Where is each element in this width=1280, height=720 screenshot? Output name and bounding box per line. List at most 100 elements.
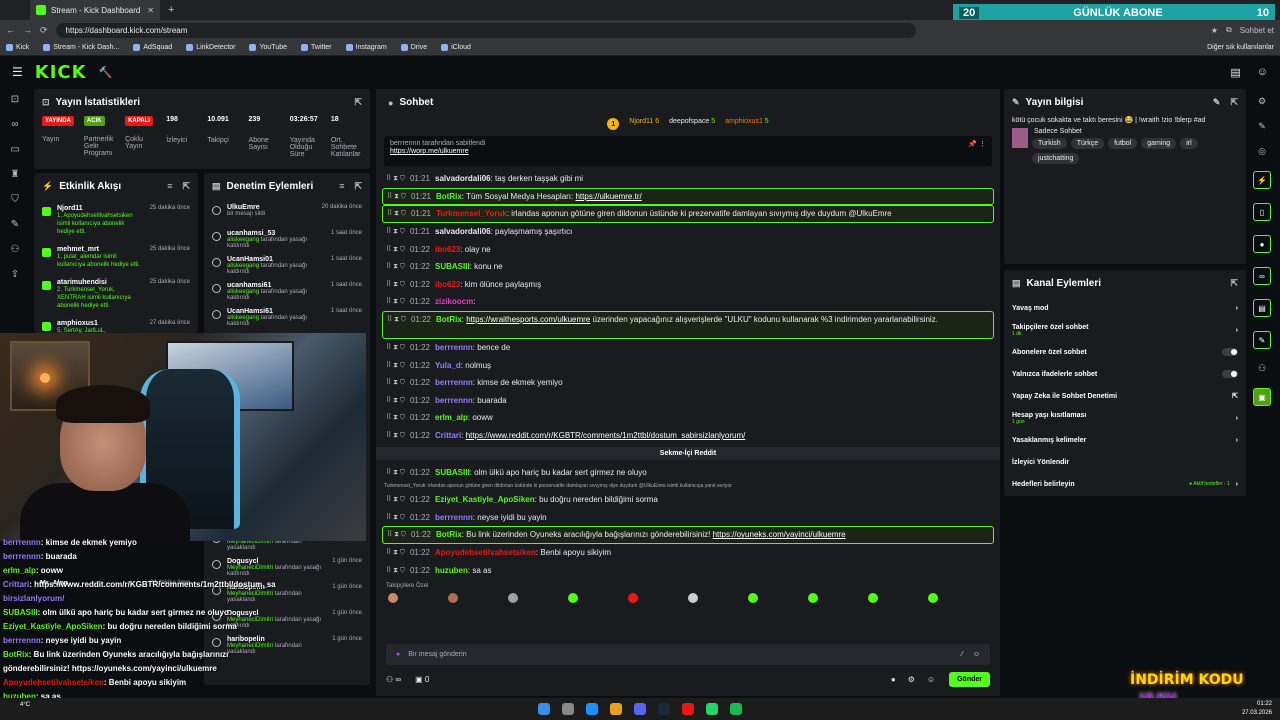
users-icon[interactable]: ⚇ (1258, 363, 1266, 374)
channel-action-control[interactable]: ⇱ (1232, 392, 1238, 400)
activity-user[interactable]: Njord11 (57, 205, 144, 212)
drag-icon[interactable]: ⠿ ⧗ ⛉ (386, 227, 405, 236)
chat-message[interactable]: ⠿ ⧗ ⛉ 01:22 Crittari: https://www.reddit.c… (382, 427, 994, 445)
bookmark-item[interactable]: LinkDetector (186, 44, 235, 51)
chat-user[interactable]: erlm_alp (435, 413, 468, 422)
back-icon[interactable]: ← (6, 25, 15, 35)
link-icon[interactable]: ∞ (11, 119, 18, 130)
channel-action[interactable]: İzleyici Yönlendir (1004, 451, 1246, 473)
chat-user[interactable]: berrrennn (435, 378, 473, 387)
chat-user[interactable]: ibo623 (435, 245, 460, 254)
popout-icon[interactable]: ⇱ (354, 97, 362, 108)
chat-message[interactable]: ⠿ ⧗ ⛉ 01:22 berrrennn: buarada (382, 392, 994, 410)
chat-input[interactable]: ● Bir mesaj gönderin ⁄ ☺ (386, 644, 990, 665)
channel-action[interactable]: Hesap yaşı kısıtlaması 1 gün › (1004, 407, 1246, 429)
emoji-icon[interactable]: ☺ (973, 651, 980, 658)
search-icon[interactable] (562, 703, 574, 715)
chat-user[interactable]: BotRix (436, 530, 462, 539)
drag-icon[interactable]: ⠿ ⧗ ⛉ (386, 361, 405, 370)
pinned-message[interactable]: berrrennn tarafından sabitlendi 📌 ⋮ https… (384, 136, 992, 166)
drag-icon[interactable]: ⠿ ⧗ ⛉ (386, 262, 405, 271)
channel-action-control[interactable] (1222, 348, 1238, 356)
channel-action-control[interactable] (1222, 370, 1238, 378)
chat-message[interactable]: ⠿ ⧗ ⛉ 01:21 salvadordali06: taş derken taş… (382, 170, 994, 188)
quick-action-button[interactable]: ▯ (1253, 203, 1271, 221)
chat-message[interactable]: ⠿ ⧗ ⛉ 01:22 erlm_alp: ooww (382, 409, 994, 427)
mic-icon[interactable]: ● (396, 651, 400, 658)
chat-link[interactable]: https://www.reddit.com/r/KGBTR/comments/… (466, 431, 746, 440)
bookmark-item[interactable]: AdSquad (133, 44, 172, 51)
channel-action[interactable]: Yalnızca ifadelerle sohbet (1004, 363, 1246, 385)
stream-tag[interactable]: Türkçe (1070, 138, 1105, 149)
popout-icon[interactable]: ⇱ (1230, 97, 1238, 108)
emote-picker-icon[interactable]: ☺ (927, 675, 935, 684)
chat-user[interactable]: berrrennn (435, 343, 473, 352)
chat-message[interactable]: ⠿ ⧗ ⛉ 01:22 BotRix: https://wraithesports.… (382, 310, 994, 339)
forward-icon[interactable]: → (23, 25, 32, 35)
emote-icon[interactable] (628, 592, 638, 603)
emote-icon[interactable] (688, 592, 698, 603)
chat-user[interactable]: berrrennn (435, 513, 473, 522)
menu-icon[interactable]: ☰ (12, 65, 23, 79)
drag-icon[interactable]: ⠿ ⧗ ⛉ (386, 513, 405, 522)
filter-icon[interactable]: ≡ (339, 181, 344, 192)
other-bookmarks[interactable]: Diğer sık kullanılanlar (1207, 44, 1274, 51)
settings-icon[interactable]: ⚙ (1258, 96, 1266, 107)
mod-user[interactable]: ucanhamsi61 (227, 282, 325, 289)
chat-user[interactable]: huzuben (435, 566, 468, 575)
drag-icon[interactable]: ⠿ ⧗ ⛉ (386, 396, 405, 405)
chat-message[interactable]: ⠿ ⧗ ⛉ 01:22 BotRix: Bu link üzerinden Oyun… (382, 526, 994, 544)
chat-user[interactable]: SUBASIII (435, 468, 470, 477)
channel-action[interactable]: Yapay Zeka ile Sohbet Denetimi ⇱ (1004, 385, 1246, 407)
bookmark-item[interactable]: YouTube (249, 44, 287, 51)
bookmark-item[interactable]: Instagram (345, 44, 387, 51)
emote-icon[interactable] (748, 592, 758, 603)
chat-message[interactable]: ⠿ ⧗ ⛉ 01:22 SUBASIII: konu ne (382, 258, 994, 276)
whatsapp-icon[interactable] (706, 703, 718, 715)
toggle-switch[interactable] (1222, 348, 1238, 356)
discord-icon[interactable] (634, 703, 646, 715)
drag-icon[interactable]: ⠿ ⧗ ⛉ (386, 245, 405, 254)
mod-user[interactable]: UlkuEmre (227, 204, 265, 211)
camera-icon[interactable]: ◎ (1258, 146, 1266, 157)
hammer-icon[interactable]: 🔨 (99, 66, 113, 79)
activity-user[interactable]: atarimuhendisi (57, 279, 144, 286)
chat-user[interactable]: BotRix (436, 315, 462, 324)
drag-icon[interactable]: ⠿ ⧗ ⛉ (386, 431, 405, 440)
channel-action[interactable]: Abonelere özel sohbet (1004, 341, 1246, 363)
stream-tag[interactable]: justchatting (1032, 153, 1080, 164)
chat-user[interactable]: Apoyudehsetilvahsetsiken (435, 548, 536, 557)
stream-tag[interactable]: irl (1180, 138, 1198, 149)
steam-icon[interactable] (658, 703, 670, 715)
popout-icon[interactable]: ⇱ (1230, 278, 1238, 289)
new-tab-icon[interactable]: + (168, 4, 174, 16)
emote-icon[interactable] (448, 592, 458, 603)
channel-action[interactable]: Yasaklanmış kelimeler › (1004, 429, 1246, 451)
emote-icon[interactable] (508, 592, 518, 603)
chat-user[interactable]: salvadordali06 (435, 227, 491, 236)
stream-tag[interactable]: futbol (1108, 138, 1138, 149)
wrench-icon[interactable]: ✎ (11, 219, 19, 230)
profile-button[interactable]: Sohbet et (1240, 26, 1274, 35)
start-icon[interactable] (538, 703, 550, 715)
stream-tag[interactable]: gaming (1141, 138, 1177, 149)
drag-icon[interactable]: ⠿ ⧗ ⛉ (386, 297, 405, 306)
bookmark-item[interactable]: Stream - Kick Dash... (43, 44, 119, 51)
star-icon[interactable]: ★ (1211, 26, 1218, 35)
bookmark-item[interactable]: iCloud (441, 44, 471, 51)
bookmark-item[interactable]: Kick (6, 44, 29, 51)
chat-message[interactable]: ⠿ ⧗ ⛉ 01:22 ibo623: kim ölünce paylaşmış (382, 276, 994, 294)
pencil-icon[interactable]: ✎ (1258, 121, 1266, 132)
chat-user[interactable]: Turkmensel_Yoruk (436, 209, 507, 218)
quick-action-button[interactable]: ⚡ (1253, 171, 1271, 189)
reload-icon[interactable]: ⟳ (40, 25, 48, 36)
chat-message[interactable]: ⠿ ⧗ ⛉ 01:21 BotRix: Tüm Sosyal Medya Hesap… (382, 187, 994, 206)
emote-icon[interactable] (868, 592, 878, 603)
kick-logo[interactable]: KICK (35, 62, 87, 83)
chat-message[interactable]: ⠿ ⧗ ⛉ 01:22 Yula_d: nolmuş (382, 356, 994, 374)
chat-message[interactable]: ⠿ ⧗ ⛉ 01:22 huzuben: sa as (382, 561, 994, 579)
browser-tab[interactable]: Stream - Kick Dashboard ✕ (30, 0, 160, 20)
chat-message[interactable]: ⠿ ⧗ ⛉ 01:22 berrrennn: kimse de ekmek yemi… (382, 374, 994, 392)
chat-message[interactable]: ⠿ ⧗ ⛉ 01:22 Apoyudehsetilvahsetsiken: Benb… (382, 544, 994, 562)
chat-message[interactable]: ⠿ ⧗ ⛉ 01:21 salvadordali06: paylaşmamış şa… (382, 223, 994, 241)
